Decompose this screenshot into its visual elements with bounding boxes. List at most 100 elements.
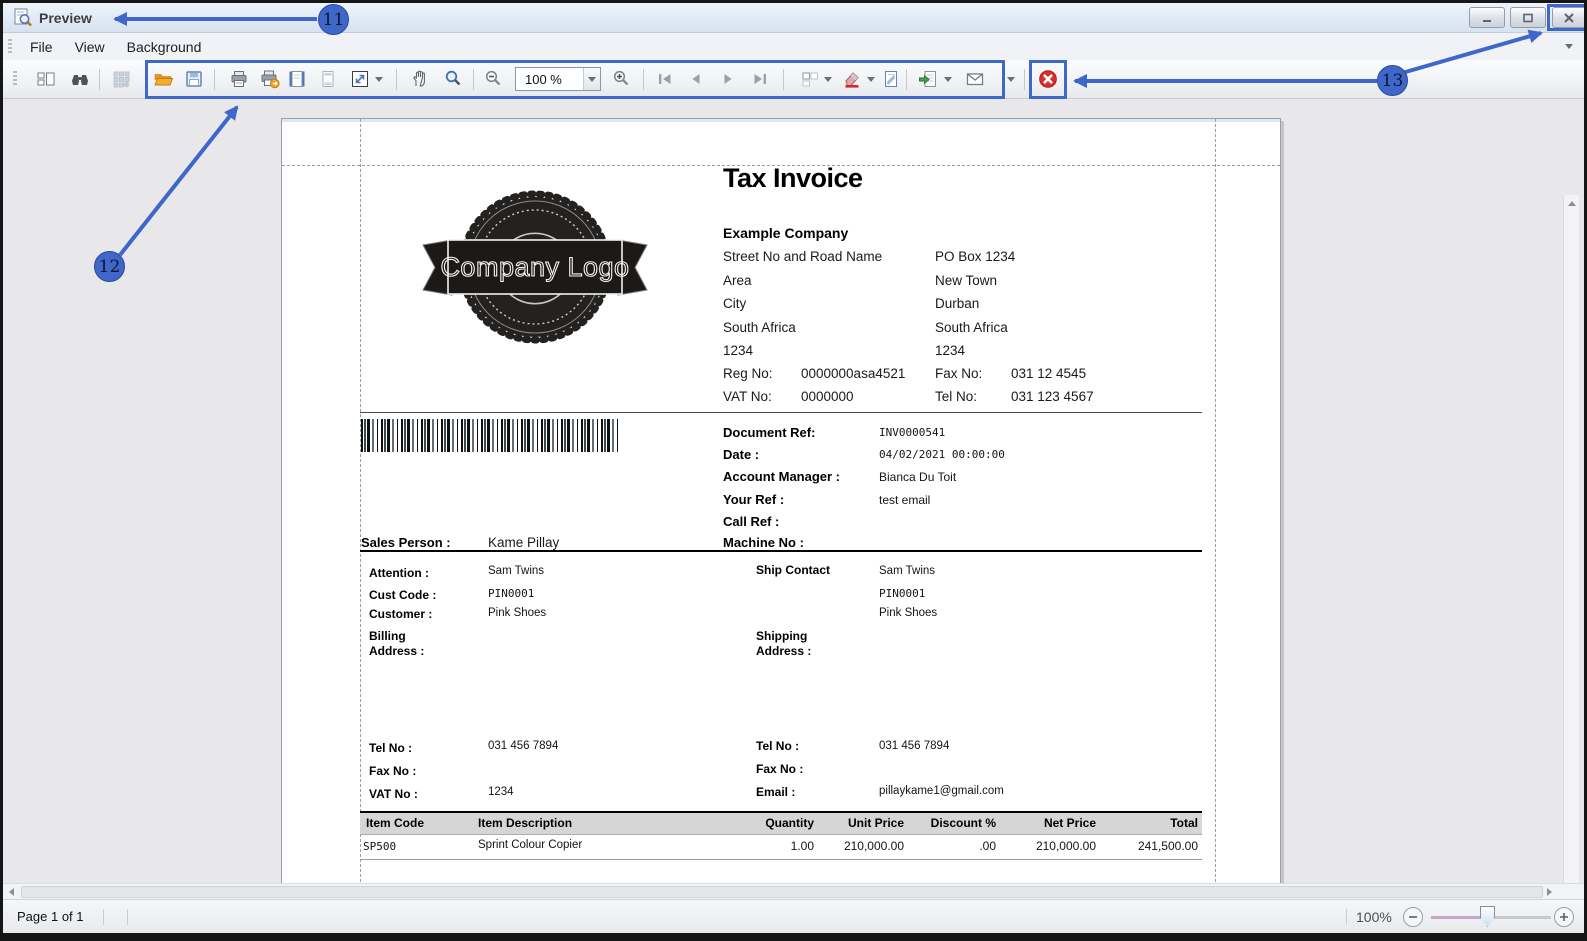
shipping-tel-value: 031 456 7894 bbox=[879, 740, 949, 752]
scroll-right-icon[interactable] bbox=[1547, 888, 1552, 896]
reg-no-value: 0000000asa4521 bbox=[801, 366, 905, 381]
divider bbox=[360, 550, 1202, 552]
zoom-increase-button[interactable] bbox=[1554, 907, 1574, 927]
your-ref-label: Your Ref : bbox=[723, 492, 784, 507]
account-manager-label: Account Manager : bbox=[723, 469, 840, 484]
ship-contact-value: Sam Twins bbox=[879, 565, 935, 577]
menubar-overflow-icon[interactable] bbox=[1565, 44, 1573, 49]
shipping-tel-label: Tel No : bbox=[756, 739, 799, 753]
company-name: Example Company bbox=[723, 225, 848, 241]
shipping-address-label-2: Address : bbox=[756, 644, 811, 658]
company-area: Area bbox=[723, 273, 752, 288]
sales-person-value: Kame Pillay bbox=[488, 535, 559, 550]
minus-icon bbox=[1407, 911, 1419, 923]
minimize-icon bbox=[1481, 13, 1493, 23]
billing-vat-value: 1234 bbox=[488, 786, 514, 798]
document-map-icon bbox=[36, 69, 56, 89]
invoice-title: Tax Invoice bbox=[723, 163, 863, 194]
row-item-code: SP500 bbox=[363, 840, 396, 853]
company-town: New Town bbox=[935, 273, 997, 288]
vertical-scrollbar[interactable] bbox=[1563, 195, 1579, 883]
ship-customer-value: Pink Shoes bbox=[879, 607, 937, 619]
shipping-fax-label: Fax No : bbox=[756, 762, 803, 776]
invoice-barcode bbox=[361, 419, 619, 452]
menu-file[interactable]: File bbox=[19, 35, 64, 59]
toolbar-separator bbox=[1024, 69, 1025, 90]
company-logo-badge: Company Logo bbox=[420, 185, 650, 349]
vat-no-value: 0000000 bbox=[801, 389, 854, 404]
zoom-slider-track-active bbox=[1431, 916, 1481, 919]
company-postcode: 1234 bbox=[723, 343, 753, 358]
preview-canvas[interactable]: Company Logo Tax Invoice Example Company… bbox=[3, 99, 1584, 883]
company-street: Street No and Road Name bbox=[723, 249, 882, 264]
billing-address-label-2: Address : bbox=[369, 644, 424, 658]
cust-code-label: Cust Code : bbox=[369, 588, 436, 602]
search-button[interactable] bbox=[67, 66, 93, 92]
toolbar-grip[interactable] bbox=[13, 71, 17, 87]
zoom-percentage: 100% bbox=[1356, 909, 1392, 925]
menubar-grip[interactable] bbox=[8, 39, 12, 55]
divider bbox=[360, 859, 1202, 860]
exit-button-annotation-box bbox=[1029, 60, 1067, 99]
document-page: Company Logo Tax Invoice Example Company… bbox=[281, 118, 1281, 883]
callout-11: 11 bbox=[318, 4, 349, 35]
company-country2: South Africa bbox=[935, 320, 1008, 335]
machine-no-label: Machine No : bbox=[723, 535, 804, 550]
maximize-button[interactable] bbox=[1510, 7, 1546, 28]
call-ref-label: Call Ref : bbox=[723, 514, 779, 529]
billing-tel-label: Tel No : bbox=[369, 741, 412, 755]
window-title: Preview bbox=[39, 10, 92, 26]
ship-contact-label: Ship Contact bbox=[756, 563, 830, 577]
billing-address-label-1: Billing bbox=[369, 629, 406, 643]
document-ref-label: Document Ref: bbox=[723, 425, 815, 440]
search-binoculars-icon bbox=[70, 69, 90, 89]
company-city2: Durban bbox=[935, 296, 979, 311]
scroll-left-icon[interactable] bbox=[9, 888, 14, 896]
ship-cust-code-value: PIN0001 bbox=[879, 587, 925, 600]
company-logo-text: Company Logo bbox=[440, 252, 629, 282]
thumbnails-button-disabled[interactable] bbox=[108, 66, 134, 92]
company-pobox: PO Box 1234 bbox=[935, 249, 1015, 264]
row-item-description: Sprint Colour Copier bbox=[478, 839, 582, 851]
scroll-up-icon[interactable] bbox=[1568, 201, 1576, 206]
horizontal-scrollbar[interactable] bbox=[3, 883, 1584, 899]
close-button-annotation-box bbox=[1547, 4, 1587, 31]
menu-bar: File View Background bbox=[3, 33, 1584, 60]
callout-12: 12 bbox=[94, 251, 125, 282]
title-bar: Preview bbox=[3, 3, 1584, 33]
zoom-decrease-button[interactable] bbox=[1403, 907, 1423, 927]
col-total: Total bbox=[1068, 816, 1198, 830]
horizontal-scroll-thumb[interactable] bbox=[21, 886, 1543, 898]
billing-tel-value: 031 456 7894 bbox=[488, 740, 558, 752]
row-total: 241,500.00 bbox=[1068, 839, 1198, 853]
plus-icon bbox=[1558, 911, 1570, 923]
menu-view[interactable]: View bbox=[64, 35, 116, 59]
date-label: Date : bbox=[723, 447, 759, 462]
preview-window: Preview File View Background bbox=[0, 0, 1587, 941]
tel-no-label: Tel No: bbox=[935, 389, 977, 404]
company-country: South Africa bbox=[723, 320, 796, 335]
divider bbox=[360, 412, 1202, 413]
sales-person-label: Sales Person : bbox=[361, 535, 451, 550]
attention-label: Attention : bbox=[369, 566, 429, 580]
left-margin-guide bbox=[360, 119, 361, 883]
thumbnails-icon bbox=[111, 69, 131, 89]
customer-value: Pink Shoes bbox=[488, 607, 546, 619]
page-info: Page 1 of 1 bbox=[17, 909, 84, 924]
minimize-button[interactable] bbox=[1469, 7, 1505, 28]
menu-background[interactable]: Background bbox=[116, 35, 213, 59]
email-dropdown-icon[interactable] bbox=[1007, 77, 1015, 82]
billing-vat-label: VAT No : bbox=[369, 787, 418, 801]
status-bar: Page 1 of 1 100% bbox=[3, 899, 1584, 933]
reg-no-label: Reg No: bbox=[723, 366, 773, 381]
document-map-button[interactable] bbox=[33, 66, 59, 92]
maximize-icon bbox=[1522, 13, 1534, 23]
zoom-slider-thumb[interactable] bbox=[1480, 906, 1495, 927]
right-margin-guide bbox=[1215, 119, 1216, 883]
toolbar-separator bbox=[99, 69, 100, 90]
attention-value: Sam Twins bbox=[488, 565, 544, 577]
shipping-address-label-1: Shipping bbox=[756, 629, 807, 643]
email-label: Email : bbox=[756, 785, 795, 799]
account-manager-value: Bianca Du Toit bbox=[879, 470, 956, 484]
company-postcode2: 1234 bbox=[935, 343, 965, 358]
